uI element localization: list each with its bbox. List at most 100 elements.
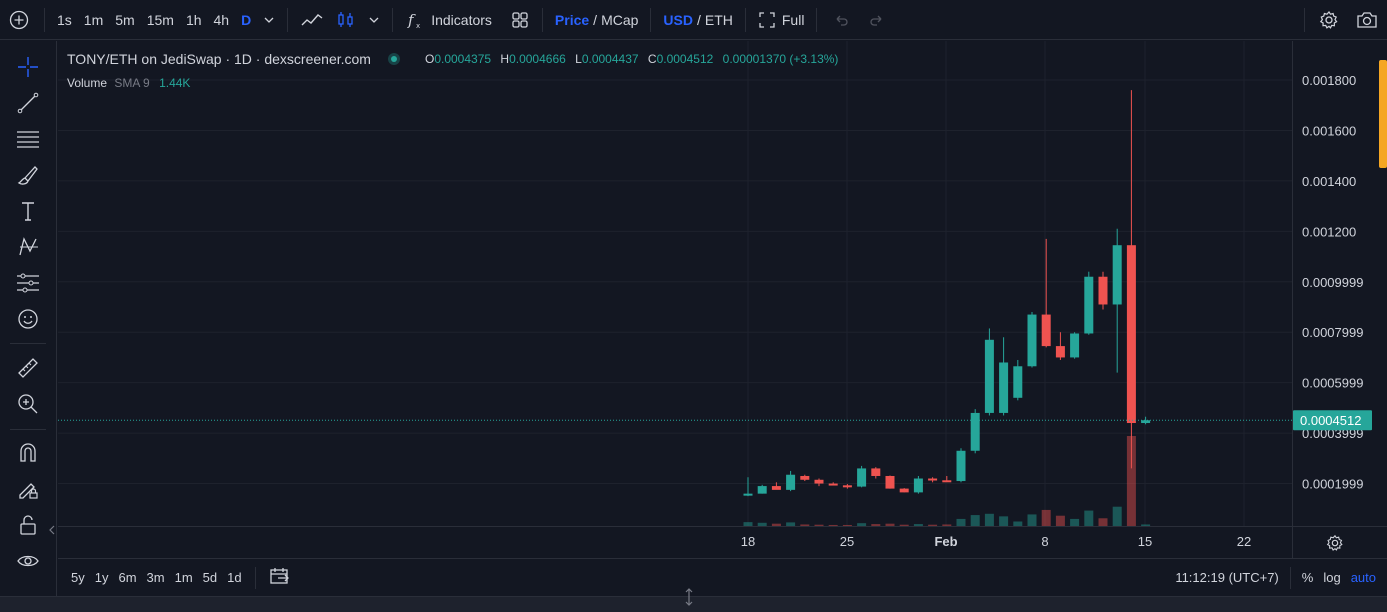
mcap-option[interactable]: MCap	[601, 12, 638, 28]
emoji-tool[interactable]	[14, 305, 42, 333]
volume-value: 1.44K	[159, 76, 191, 90]
volume-bar	[956, 518, 966, 526]
candle-body	[786, 474, 796, 490]
interval-15m[interactable]: 15m	[141, 5, 180, 35]
interval-4h[interactable]: 4h	[208, 5, 236, 35]
time-axis-label: 15	[1138, 534, 1152, 549]
price-axis-label: 0.0005999	[1302, 376, 1363, 391]
horizontal-lines-tool[interactable]	[14, 125, 42, 153]
line-chart-icon	[301, 13, 323, 25]
range-3m[interactable]: 3m	[142, 570, 170, 585]
range-1y[interactable]: 1y	[90, 570, 114, 585]
candle-body	[928, 478, 938, 481]
gear-icon	[1326, 534, 1343, 551]
function-icon: fx	[407, 11, 420, 30]
time-axis-settings-button[interactable]	[1326, 534, 1346, 554]
crosshair-tool[interactable]	[14, 53, 42, 81]
timezone-clock[interactable]: 11:12:19 (UTC+7)	[1170, 570, 1283, 585]
price-scale-scroll-handle[interactable]	[1379, 60, 1387, 168]
volume-bar	[1070, 518, 1080, 526]
svg-text:x: x	[416, 22, 420, 30]
price-axis: 0.001800 0.001600 0.001400 0.001200 0.000999…	[1293, 73, 1372, 492]
range-5y[interactable]: 5y	[66, 570, 90, 585]
snapshot-button[interactable]	[1347, 5, 1387, 35]
forecast-tool[interactable]	[14, 269, 42, 297]
fullscreen-button[interactable]: Full	[752, 5, 811, 35]
resize-handle[interactable]	[683, 587, 695, 612]
range-1m[interactable]: 1m	[170, 570, 198, 585]
collapse-toolbar-button[interactable]	[47, 521, 57, 539]
settings-button[interactable]	[1311, 5, 1347, 35]
drawing-toolbar	[0, 41, 57, 596]
log-scale-toggle[interactable]: log	[1318, 570, 1345, 585]
redo-button[interactable]	[859, 5, 895, 35]
chart-type-dropdown[interactable]	[362, 5, 386, 35]
range-5d[interactable]: 5d	[198, 570, 222, 585]
interval-5m[interactable]: 5m	[109, 5, 140, 35]
interval-1s[interactable]: 1s	[51, 5, 78, 35]
ruler-tool[interactable]	[14, 354, 42, 382]
chart-grid	[58, 41, 1387, 558]
chevron-down-icon	[369, 17, 379, 23]
indicators-button[interactable]: fx Indicators	[399, 5, 498, 35]
auto-scale-toggle[interactable]: auto	[1346, 570, 1381, 585]
top-toolbar: 1s 1m 5m 15m 1h 4h D fx Indicators Price…	[0, 0, 1387, 40]
undo-button[interactable]	[823, 5, 859, 35]
price-option[interactable]: Price	[555, 12, 589, 28]
candles-icon	[338, 11, 353, 27]
toolbar-divider	[287, 7, 289, 32]
close-value: 0.0004512	[656, 52, 714, 66]
zoom-tool[interactable]	[14, 390, 42, 418]
close-label: C	[647, 52, 657, 66]
goto-date-button[interactable]	[264, 567, 296, 588]
trendline-tool[interactable]	[14, 89, 42, 117]
lock-drawings-tool[interactable]	[14, 475, 42, 503]
brush-tool[interactable]	[14, 161, 42, 189]
candle-body	[828, 483, 838, 486]
pattern-tool[interactable]	[14, 233, 42, 261]
range-6m[interactable]: 6m	[113, 570, 141, 585]
interval-1h[interactable]: 1h	[180, 5, 208, 35]
range-1d[interactable]: 1d	[222, 570, 246, 585]
candle-body	[942, 480, 952, 483]
currency-separator: /	[696, 11, 701, 28]
volume-bar	[1112, 506, 1122, 526]
volume-legend: Volume SMA 9 1.44K	[67, 76, 190, 90]
lock-tool[interactable]	[14, 511, 42, 539]
candle-body	[771, 486, 781, 490]
hide-drawings-tool[interactable]	[14, 547, 42, 575]
trendline-icon	[17, 92, 39, 114]
pencil-lock-icon	[19, 483, 38, 499]
volume-bar	[913, 524, 923, 526]
candle-body	[885, 475, 895, 489]
magnet-tool[interactable]	[14, 439, 42, 467]
volume-bar	[871, 524, 881, 526]
magnet-icon	[20, 443, 36, 462]
interval-d[interactable]: D	[235, 5, 257, 35]
volume-bar	[1098, 518, 1108, 526]
eth-option[interactable]: ETH	[705, 12, 733, 28]
price-axis-label: 0.001200	[1302, 224, 1356, 239]
text-tool[interactable]	[14, 197, 42, 225]
candle-body	[1112, 245, 1122, 305]
layouts-button[interactable]	[504, 5, 536, 35]
currency-toggle[interactable]: USD / ETH	[657, 5, 738, 35]
candle-body	[899, 488, 909, 493]
volume-bar	[984, 513, 994, 526]
volume-bar	[771, 523, 781, 526]
interval-dropdown[interactable]	[257, 5, 281, 35]
chart-type-candles-button[interactable]	[330, 5, 362, 35]
percent-scale-toggle[interactable]: %	[1297, 570, 1319, 585]
volume-bar	[899, 524, 909, 526]
price-chart[interactable]: 0.001800 0.001600 0.001400 0.001200 0.000999…	[58, 41, 1387, 558]
toolbar-divider	[10, 343, 46, 344]
open-value: 0.0004375	[434, 52, 492, 66]
interval-1m[interactable]: 1m	[78, 5, 109, 35]
volume-bar	[1055, 515, 1065, 526]
price-mcap-toggle[interactable]: Price / MCap	[549, 5, 645, 35]
chart-type-line-button[interactable]	[294, 5, 330, 35]
toolbar-divider	[541, 7, 543, 32]
add-symbol-button[interactable]	[0, 5, 38, 35]
candle-body	[1013, 366, 1023, 398]
usd-option[interactable]: USD	[663, 12, 693, 28]
